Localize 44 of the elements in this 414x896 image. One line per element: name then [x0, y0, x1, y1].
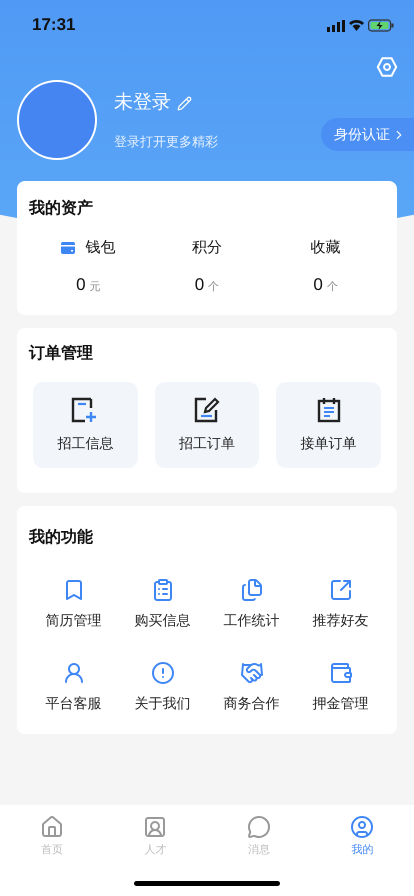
asset-unit: 个 [326, 280, 338, 294]
person-icon [143, 815, 168, 839]
share-icon [328, 578, 352, 602]
card-title: 我的资产 [29, 198, 94, 219]
info-icon [150, 661, 174, 685]
card-title: 我的功能 [29, 528, 94, 548]
function-item[interactable]: 推荐好友 [296, 578, 385, 631]
user-name: 未登录 [114, 91, 171, 115]
order-tile[interactable]: 接单订单 [276, 382, 381, 468]
handshake-icon [240, 661, 264, 685]
asset-label: 积分 [192, 238, 222, 258]
status-time: 17:31 [32, 14, 76, 36]
signal-icon [327, 18, 345, 32]
asset-unit: 个 [208, 280, 220, 294]
settings-icon[interactable] [376, 56, 398, 78]
order-tile[interactable]: 招工订单 [154, 382, 260, 468]
function-item[interactable]: 关于我们 [118, 661, 207, 714]
asset-value: 0 [313, 274, 323, 296]
login-prompt: 登录打开更多精彩 [114, 132, 218, 150]
wallet-icon [61, 242, 76, 254]
card-title: 订单管理 [29, 344, 94, 364]
function-item[interactable]: 简历管理 [29, 578, 118, 631]
documents-icon [240, 578, 264, 602]
wifi-icon [349, 19, 364, 31]
function-item[interactable]: 购买信息 [118, 578, 207, 631]
function-item[interactable]: 押金管理 [296, 661, 385, 714]
profile-icon [350, 815, 374, 839]
asset-label: 收藏 [310, 238, 341, 258]
asset-label: 钱包 [85, 238, 116, 258]
function-item[interactable]: 工作统计 [207, 578, 296, 631]
asset-value: 0 [194, 274, 204, 296]
edit-icon[interactable] [177, 96, 192, 111]
asset-unit: 元 [90, 280, 101, 294]
wallet-icon [328, 661, 352, 685]
tab[interactable]: 我的 [310, 815, 414, 858]
order-tile[interactable]: 招工信息 [33, 382, 138, 468]
function-item[interactable]: 平台客服 [29, 661, 118, 714]
battery-icon [368, 18, 394, 32]
chat-icon [246, 815, 271, 839]
clipboard-icon [316, 396, 341, 422]
home-icon [40, 815, 64, 839]
function-item[interactable]: 商务合作 [207, 661, 296, 714]
edit-document-icon [194, 396, 220, 422]
asset-value: 0 [76, 274, 86, 296]
